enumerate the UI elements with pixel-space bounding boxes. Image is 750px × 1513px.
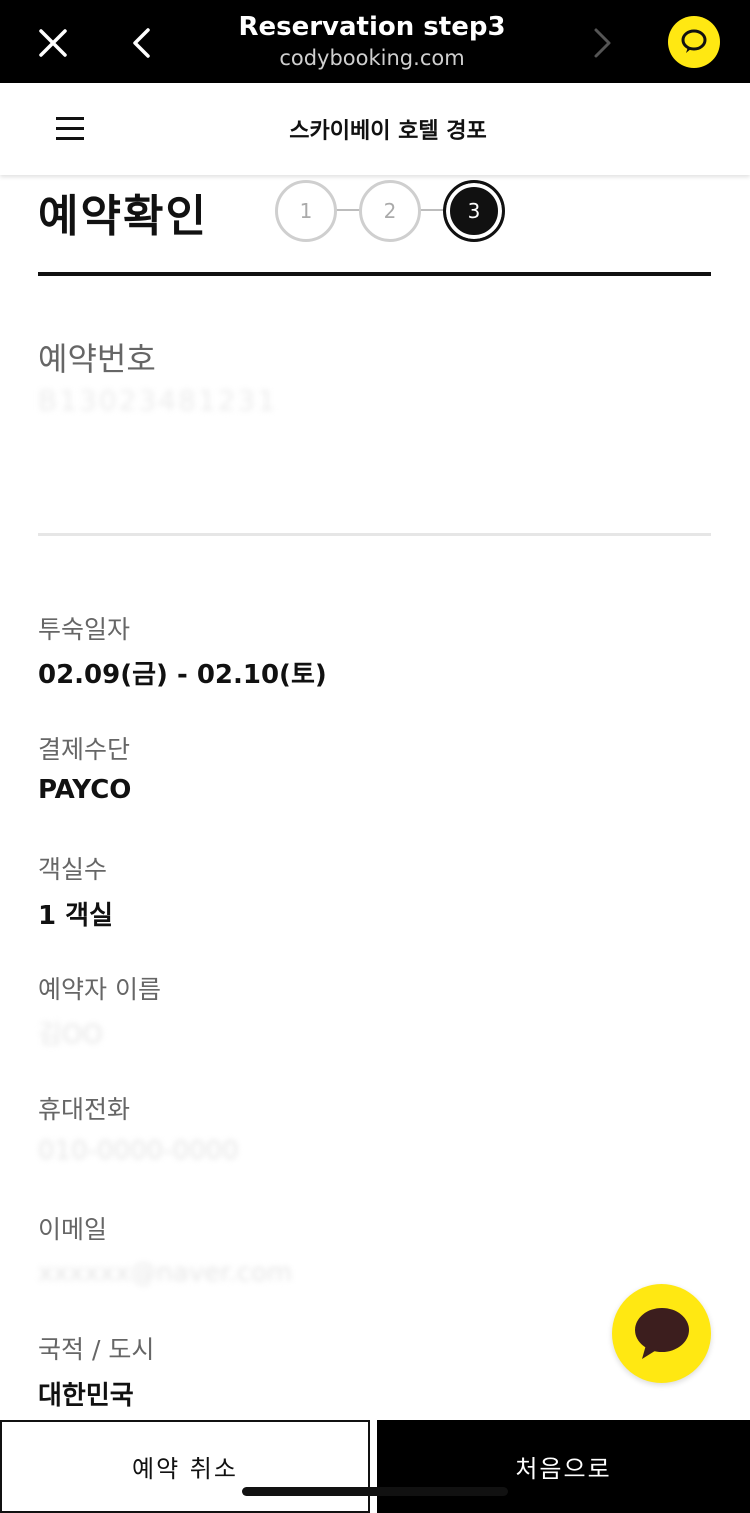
email-value: xxxxxx@naver.com — [38, 1258, 293, 1288]
step-3-active: 3 — [443, 180, 505, 242]
browser-url: codybooking.com — [279, 46, 465, 70]
close-icon[interactable] — [30, 20, 76, 66]
speech-bubble-icon — [634, 1307, 689, 1359]
payment-method-value: PAYCO — [38, 775, 132, 805]
page-title: 예약확인 — [38, 191, 208, 242]
payment-method-label: 결제수단 — [38, 735, 131, 764]
step-3-label: 3 — [448, 185, 500, 237]
nationality-value: 대한민국 — [38, 1381, 134, 1411]
nationality-label: 국적 / 도시 — [38, 1335, 155, 1364]
back-icon[interactable] — [118, 20, 164, 66]
hotel-name: 스카이베이 호텔 경포 — [289, 119, 487, 144]
browser-title: Reservation step3 — [238, 12, 506, 42]
go-home-button[interactable]: 처음으로 — [377, 1420, 750, 1513]
section-divider — [38, 533, 711, 536]
browser-toolbar: Reservation step3 codybooking.com — [0, 0, 750, 83]
booker-name-value: 김OO — [38, 1020, 103, 1050]
step-connector — [333, 209, 361, 211]
reservation-number-label: 예약번호 — [38, 340, 156, 378]
stay-date-label: 투숙일자 — [38, 615, 131, 644]
phone-label: 휴대전화 — [38, 1095, 131, 1124]
home-indicator — [242, 1487, 508, 1496]
reservation-number-value: B13023481231 — [38, 384, 278, 417]
booker-name-label: 예약자 이름 — [38, 975, 161, 1004]
step-indicator: 1 2 3 — [275, 180, 515, 242]
forward-icon[interactable] — [580, 20, 626, 66]
room-count-value: 1 객실 — [38, 901, 113, 931]
bottom-action-bar: 예약 취소 처음으로 — [0, 1420, 750, 1513]
step-connector — [417, 209, 445, 211]
step-2: 2 — [359, 180, 421, 242]
phone-value: 010-0000-0000 — [38, 1136, 239, 1166]
stay-date-value: 02.09(금) - 02.10(토) — [38, 660, 327, 690]
title-divider — [38, 272, 711, 276]
cancel-reservation-button[interactable]: 예약 취소 — [0, 1420, 370, 1513]
kakao-chat-icon[interactable] — [668, 16, 720, 68]
site-header: 스카이베이 호텔 경포 — [0, 83, 750, 175]
kakao-chat-float-button[interactable] — [612, 1284, 711, 1383]
email-label: 이메일 — [38, 1215, 108, 1244]
room-count-label: 객실수 — [38, 855, 108, 884]
step-1: 1 — [275, 180, 337, 242]
browser-title-area: Reservation step3 codybooking.com — [170, 10, 574, 72]
